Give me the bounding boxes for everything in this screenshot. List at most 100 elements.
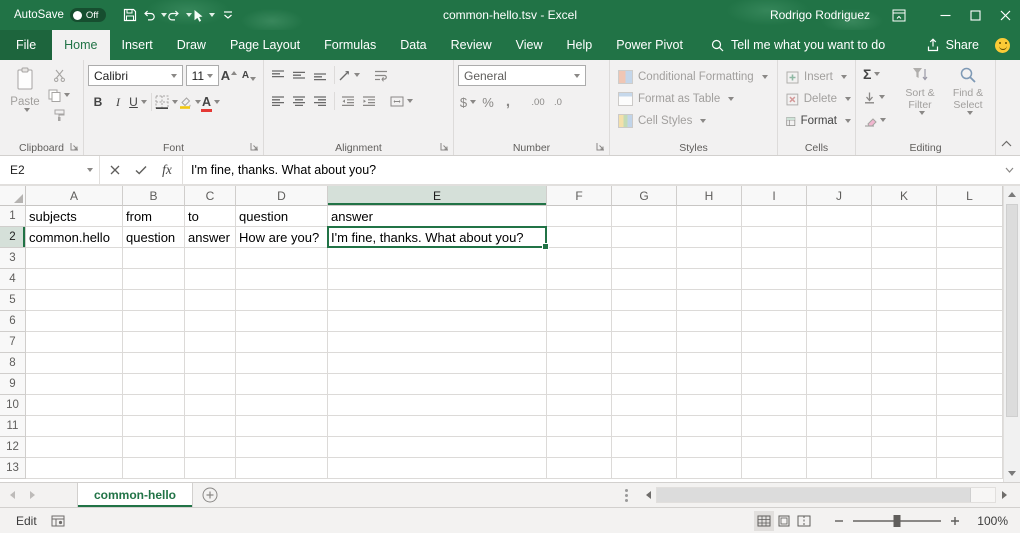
user-name[interactable]: Rodrigo Rodriguez: [770, 8, 870, 22]
find-select-dropdown-icon[interactable]: [967, 111, 973, 115]
cell-G3[interactable]: [612, 248, 677, 269]
autosave-control[interactable]: AutoSave Off: [14, 8, 106, 22]
cell-E1[interactable]: answer: [328, 206, 547, 227]
font-size-dropdown-icon[interactable]: [207, 74, 213, 78]
cell-C10[interactable]: [185, 395, 236, 416]
cell-G7[interactable]: [612, 332, 677, 353]
number-format-dropdown-icon[interactable]: [574, 74, 580, 78]
cell-D12[interactable]: [236, 437, 328, 458]
cell-L11[interactable]: [937, 416, 1003, 437]
clear-button[interactable]: [860, 110, 897, 130]
cell-E5[interactable]: [328, 290, 547, 311]
cell-J13[interactable]: [807, 458, 872, 479]
cell-L6[interactable]: [937, 311, 1003, 332]
cell-L1[interactable]: [937, 206, 1003, 227]
cell-J9[interactable]: [807, 374, 872, 395]
cell-A6[interactable]: [26, 311, 123, 332]
cell-A12[interactable]: [26, 437, 123, 458]
cell-B4[interactable]: [123, 269, 185, 290]
cell-D4[interactable]: [236, 269, 328, 290]
tab-view[interactable]: View: [504, 30, 555, 60]
cell-B9[interactable]: [123, 374, 185, 395]
save-button[interactable]: [118, 2, 142, 28]
cell-I10[interactable]: [742, 395, 807, 416]
cell-D5[interactable]: [236, 290, 328, 311]
cell-F1[interactable]: [547, 206, 612, 227]
row-header-8[interactable]: 8: [0, 353, 26, 374]
cell-G12[interactable]: [612, 437, 677, 458]
cell-B3[interactable]: [123, 248, 185, 269]
cell-I12[interactable]: [742, 437, 807, 458]
cancel-entry-button[interactable]: [102, 156, 128, 184]
cell-F8[interactable]: [547, 353, 612, 374]
conditional-formatting-button[interactable]: Conditional Formatting: [614, 66, 773, 88]
cell-K1[interactable]: [872, 206, 937, 227]
cell-F10[interactable]: [547, 395, 612, 416]
cell-J7[interactable]: [807, 332, 872, 353]
cell-A7[interactable]: [26, 332, 123, 353]
cell-B2[interactable]: question: [123, 227, 185, 248]
column-header-F[interactable]: F: [547, 186, 612, 206]
name-box[interactable]: E2: [0, 156, 100, 184]
cell-D8[interactable]: [236, 353, 328, 374]
cell-D2[interactable]: How are you?: [236, 227, 328, 248]
column-header-H[interactable]: H: [677, 186, 742, 206]
cell-I8[interactable]: [742, 353, 807, 374]
cell-D7[interactable]: [236, 332, 328, 353]
middle-align-button[interactable]: [289, 65, 309, 85]
page-layout-view-button[interactable]: [774, 511, 794, 531]
cell-B10[interactable]: [123, 395, 185, 416]
cell-L9[interactable]: [937, 374, 1003, 395]
align-center-button[interactable]: [289, 91, 309, 111]
cell-B13[interactable]: [123, 458, 185, 479]
autosum-button[interactable]: Σ: [860, 64, 897, 84]
cell-H2[interactable]: [677, 227, 742, 248]
cell-L10[interactable]: [937, 395, 1003, 416]
cell-J3[interactable]: [807, 248, 872, 269]
scroll-left-button[interactable]: [640, 483, 656, 507]
cell-H4[interactable]: [677, 269, 742, 290]
align-left-button[interactable]: [268, 91, 288, 111]
cell-F4[interactable]: [547, 269, 612, 290]
bold-button[interactable]: B: [88, 92, 108, 112]
cell-F3[interactable]: [547, 248, 612, 269]
zoom-out-button[interactable]: [834, 516, 844, 526]
row-header-9[interactable]: 9: [0, 374, 26, 395]
tab-review[interactable]: Review: [439, 30, 504, 60]
font-name-combobox[interactable]: Calibri: [88, 65, 183, 86]
decrease-indent-button[interactable]: [338, 91, 358, 111]
column-header-G[interactable]: G: [612, 186, 677, 206]
cell-I5[interactable]: [742, 290, 807, 311]
cell-I1[interactable]: [742, 206, 807, 227]
underline-button[interactable]: U: [128, 92, 148, 112]
scroll-down-button[interactable]: [1004, 465, 1020, 482]
cell-J11[interactable]: [807, 416, 872, 437]
accounting-dropdown-icon[interactable]: [470, 100, 476, 104]
insert-dropdown-icon[interactable]: [841, 75, 847, 79]
cell-B7[interactable]: [123, 332, 185, 353]
cell-K5[interactable]: [872, 290, 937, 311]
format-as-table-button[interactable]: Format as Table: [614, 88, 773, 110]
format-painter-button[interactable]: [48, 107, 70, 123]
row-header-4[interactable]: 4: [0, 269, 26, 290]
merge-center-button[interactable]: [390, 91, 413, 111]
touch-mouse-mode-button[interactable]: [192, 2, 216, 28]
cell-H11[interactable]: [677, 416, 742, 437]
cell-G9[interactable]: [612, 374, 677, 395]
tab-file[interactable]: File: [0, 30, 52, 60]
cell-K12[interactable]: [872, 437, 937, 458]
merge-center-dropdown-icon[interactable]: [407, 99, 413, 103]
vertical-scrollbar-thumb[interactable]: [1006, 204, 1018, 417]
horizontal-scrollbar-thumb[interactable]: [657, 488, 971, 502]
cell-C4[interactable]: [185, 269, 236, 290]
font-color-dropdown-icon[interactable]: [214, 100, 220, 104]
tell-me-box[interactable]: Tell me what you want to do: [711, 30, 885, 60]
zoom-level[interactable]: 100%: [970, 514, 1008, 528]
tab-help[interactable]: Help: [555, 30, 605, 60]
tab-splitter-handle[interactable]: [625, 494, 628, 497]
row-header-7[interactable]: 7: [0, 332, 26, 353]
cell-A8[interactable]: [26, 353, 123, 374]
cell-L3[interactable]: [937, 248, 1003, 269]
cell-I11[interactable]: [742, 416, 807, 437]
normal-view-button[interactable]: [754, 511, 774, 531]
